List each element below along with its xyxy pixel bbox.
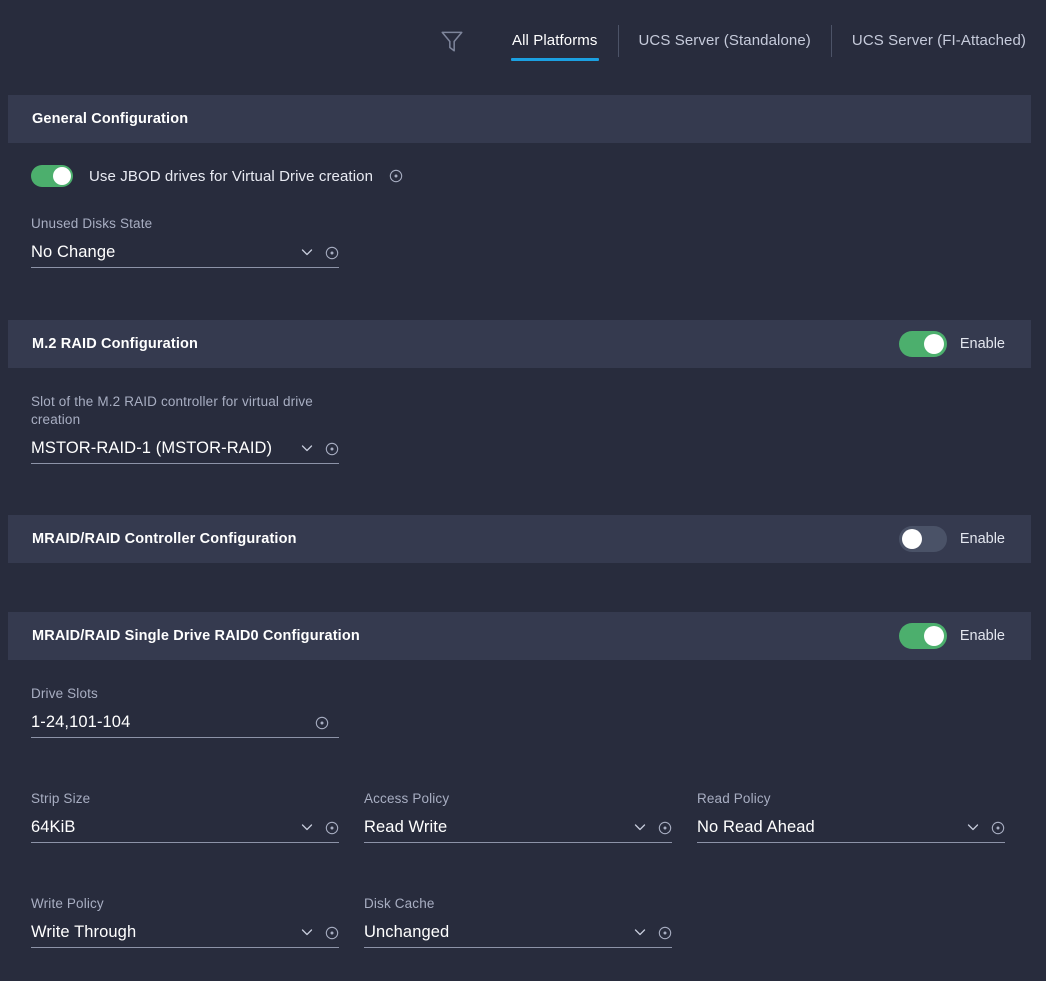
field-value: Unchanged bbox=[364, 923, 450, 941]
disk-cache-field: Disk Cache Unchanged bbox=[364, 895, 672, 948]
info-icon[interactable] bbox=[325, 926, 339, 940]
filter-funnel-icon[interactable] bbox=[439, 28, 465, 54]
tab-label: UCS Server (Standalone) bbox=[638, 32, 811, 49]
enable-label: Enable bbox=[959, 531, 1005, 547]
info-icon[interactable] bbox=[658, 926, 672, 940]
info-icon[interactable] bbox=[991, 821, 1005, 835]
platform-tab-bar: All Platforms UCS Server (Standalone) UC… bbox=[0, 0, 1046, 81]
chevron-down-icon[interactable] bbox=[299, 924, 315, 940]
field-label: Write Policy bbox=[31, 896, 104, 911]
write-policy-field: Write Policy Write Through bbox=[31, 895, 339, 948]
tab-label: All Platforms bbox=[512, 32, 598, 49]
field-value: No Change bbox=[31, 243, 116, 261]
section-header-mraid-single-drive-raid0-configuration: MRAID/RAID Single Drive RAID0 Configurat… bbox=[8, 612, 1031, 660]
field-label: Read Policy bbox=[697, 791, 771, 806]
tab-ucs-server-standalone[interactable]: UCS Server (Standalone) bbox=[619, 19, 831, 63]
access-policy-field: Access Policy Read Write bbox=[364, 790, 672, 843]
chevron-down-icon[interactable] bbox=[632, 924, 648, 940]
info-icon[interactable] bbox=[658, 821, 672, 835]
info-icon[interactable] bbox=[325, 821, 339, 835]
info-icon[interactable] bbox=[315, 716, 329, 730]
info-icon[interactable] bbox=[325, 442, 339, 456]
m2-raid-slot-select[interactable]: MSTOR-RAID-1 (MSTOR-RAID) bbox=[31, 434, 339, 464]
drive-slots-input[interactable]: 1-24,101-104 bbox=[31, 708, 339, 738]
toggle-knob bbox=[901, 529, 922, 549]
read-policy-field: Read Policy No Read Ahead bbox=[697, 790, 1005, 843]
chevron-down-icon[interactable] bbox=[632, 819, 648, 835]
mraid-controller-enable-toggle[interactable] bbox=[898, 526, 947, 552]
field-label: Slot of the M.2 RAID controller for virt… bbox=[31, 394, 313, 427]
tab-list: All Platforms UCS Server (Standalone) UC… bbox=[492, 19, 1046, 63]
toggle-knob bbox=[923, 334, 944, 354]
section-title: MRAID/RAID Controller Configuration bbox=[32, 531, 297, 547]
access-policy-select[interactable]: Read Write bbox=[364, 813, 672, 843]
toggle-knob bbox=[923, 626, 944, 646]
tab-label: UCS Server (FI-Attached) bbox=[851, 32, 1026, 49]
section-header-m2-raid-configuration: M.2 RAID Configuration Enable bbox=[8, 320, 1031, 368]
field-label: Drive Slots bbox=[31, 686, 98, 701]
info-icon[interactable] bbox=[325, 246, 339, 260]
enable-label: Enable bbox=[959, 336, 1005, 352]
info-icon[interactable] bbox=[389, 169, 403, 183]
field-value: Write Through bbox=[31, 923, 137, 941]
use-jbod-drives-label: Use JBOD drives for Virtual Drive creati… bbox=[89, 167, 374, 185]
field-label: Disk Cache bbox=[364, 896, 435, 911]
field-value: MSTOR-RAID-1 (MSTOR-RAID) bbox=[31, 439, 273, 457]
write-policy-select[interactable]: Write Through bbox=[31, 918, 339, 948]
chevron-down-icon[interactable] bbox=[965, 819, 981, 835]
field-value: Read Write bbox=[364, 818, 448, 836]
strip-size-select[interactable]: 64KiB bbox=[31, 813, 339, 843]
chevron-down-icon[interactable] bbox=[299, 244, 315, 260]
m2-raid-enable-toggle[interactable] bbox=[898, 331, 947, 357]
use-jbod-drives-toggle[interactable] bbox=[31, 165, 73, 187]
field-value: 1-24,101-104 bbox=[31, 713, 131, 731]
section-enable-control: Enable bbox=[898, 331, 1005, 357]
unused-disks-state-field: Unused Disks State No Change bbox=[31, 215, 339, 268]
section-enable-control: Enable bbox=[898, 526, 1005, 552]
toggle-knob bbox=[53, 167, 71, 185]
section-header-mraid-controller-configuration: MRAID/RAID Controller Configuration Enab… bbox=[8, 515, 1031, 563]
m2-raid-slot-field: Slot of the M.2 RAID controller for virt… bbox=[31, 393, 343, 464]
field-label: Unused Disks State bbox=[31, 216, 153, 231]
read-policy-select[interactable]: No Read Ahead bbox=[697, 813, 1005, 843]
section-title: General Configuration bbox=[32, 111, 189, 127]
enable-label: Enable bbox=[959, 628, 1005, 644]
field-label: Strip Size bbox=[31, 791, 91, 806]
field-label: Access Policy bbox=[364, 791, 450, 806]
chevron-down-icon[interactable] bbox=[299, 440, 315, 456]
jbod-toggle-row: Use JBOD drives for Virtual Drive creati… bbox=[31, 165, 403, 187]
drive-slots-field: Drive Slots 1-24,101-104 bbox=[31, 685, 339, 738]
unused-disks-state-select[interactable]: No Change bbox=[31, 238, 339, 268]
mraid-raid0-enable-toggle[interactable] bbox=[898, 623, 947, 649]
section-title: M.2 RAID Configuration bbox=[32, 336, 199, 352]
field-value: 64KiB bbox=[31, 818, 76, 836]
chevron-down-icon[interactable] bbox=[299, 819, 315, 835]
strip-size-field: Strip Size 64KiB bbox=[31, 790, 339, 843]
section-title: MRAID/RAID Single Drive RAID0 Configurat… bbox=[32, 628, 360, 644]
tab-all-platforms[interactable]: All Platforms bbox=[492, 19, 618, 63]
tab-ucs-server-fi-attached[interactable]: UCS Server (FI-Attached) bbox=[832, 19, 1046, 63]
section-enable-control: Enable bbox=[898, 623, 1005, 649]
section-header-general-configuration: General Configuration bbox=[8, 95, 1031, 143]
field-value: No Read Ahead bbox=[697, 818, 815, 836]
disk-cache-select[interactable]: Unchanged bbox=[364, 918, 672, 948]
